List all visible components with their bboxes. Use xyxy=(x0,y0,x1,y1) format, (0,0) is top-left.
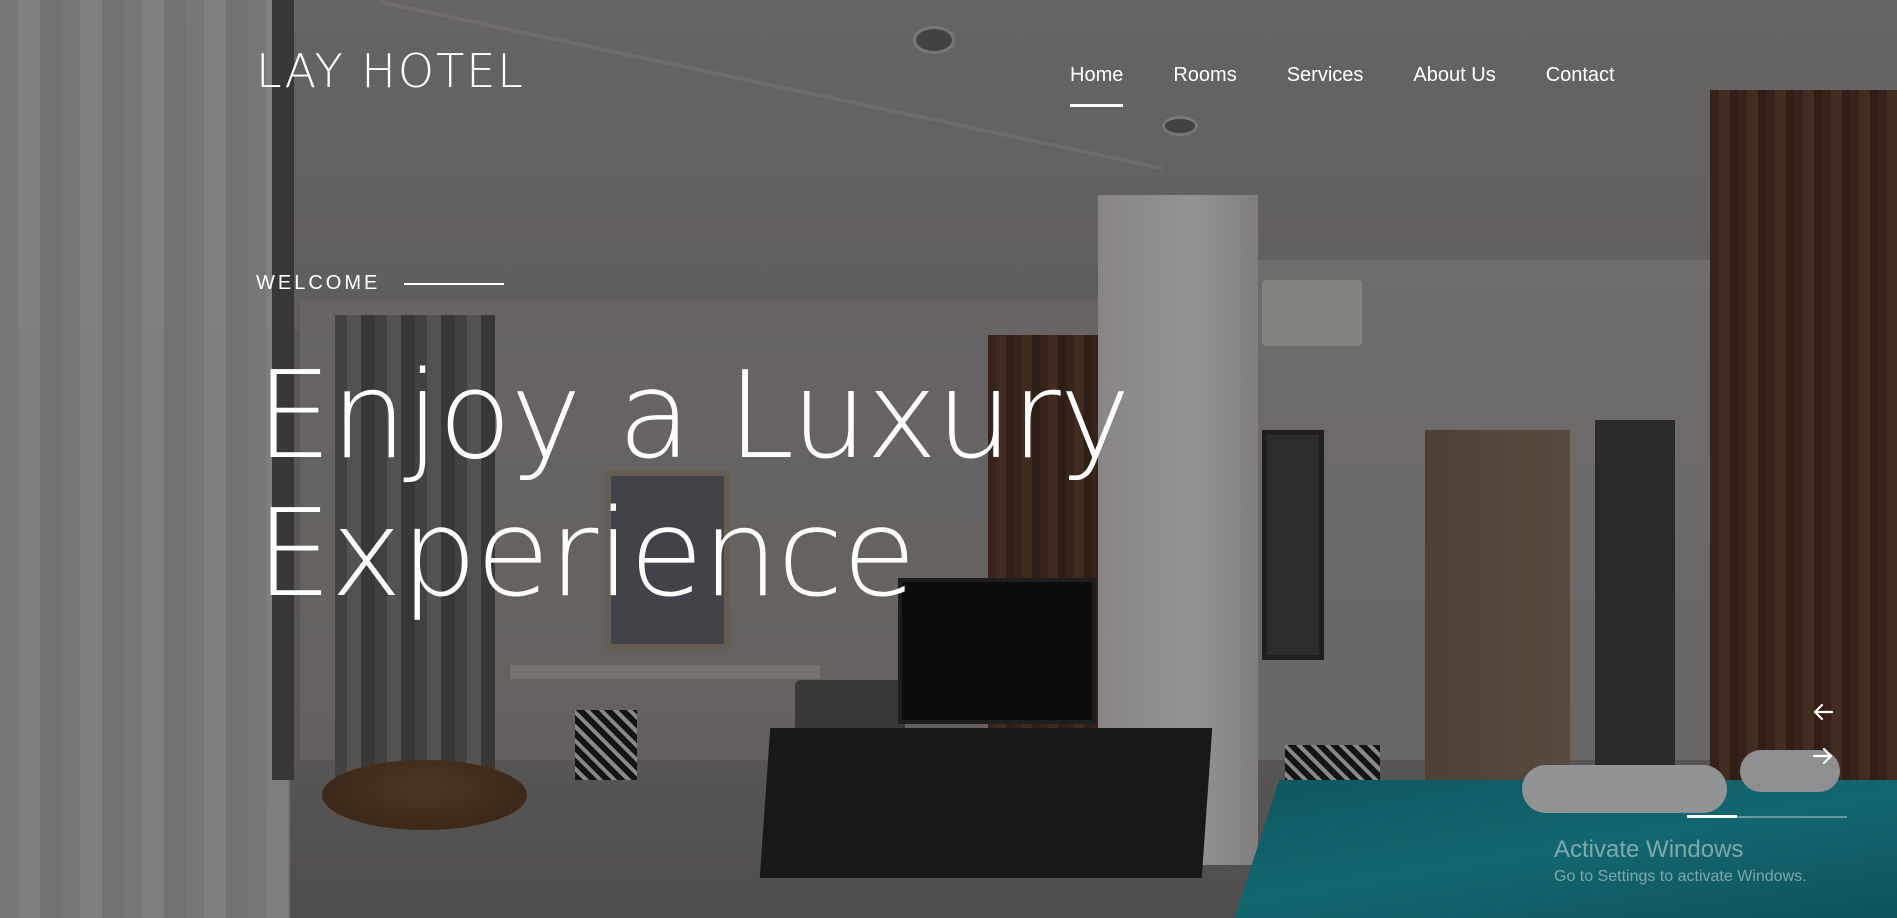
hero-title-line-2: Experience xyxy=(256,485,916,624)
slider-prev-button[interactable] xyxy=(1808,697,1838,727)
windows-activation-watermark: Activate Windows Go to Settings to activ… xyxy=(1554,836,1807,886)
watermark-title: Activate Windows xyxy=(1554,836,1744,863)
nav-item-about-us[interactable]: About Us xyxy=(1413,64,1495,87)
site-logo[interactable]: LAY HOTEL xyxy=(256,44,525,98)
watermark-subtitle: Go to Settings to activate Windows. xyxy=(1554,868,1807,885)
hero-eyebrow: WELCOME xyxy=(256,272,505,295)
nav-item-contact[interactable]: Contact xyxy=(1546,64,1615,87)
welcome-divider xyxy=(404,282,505,285)
welcome-label: WELCOME xyxy=(256,272,381,294)
nav-item-services[interactable]: Services xyxy=(1287,64,1364,87)
hero-title: Enjoy a Luxury Experience xyxy=(256,348,1156,624)
slider-progress-active xyxy=(1687,815,1737,818)
arrow-right-icon xyxy=(1812,747,1833,765)
nav-item-home[interactable]: Home xyxy=(1070,64,1124,107)
slider-progress[interactable] xyxy=(1687,815,1847,818)
hero-title-line-1: Enjoy a Luxury xyxy=(256,347,1131,486)
arrow-left-icon xyxy=(1813,703,1834,721)
main-nav: Home Rooms Services About Us Contact xyxy=(1070,64,1615,107)
nav-item-rooms[interactable]: Rooms xyxy=(1173,64,1236,87)
slider-next-button[interactable] xyxy=(1808,741,1838,771)
